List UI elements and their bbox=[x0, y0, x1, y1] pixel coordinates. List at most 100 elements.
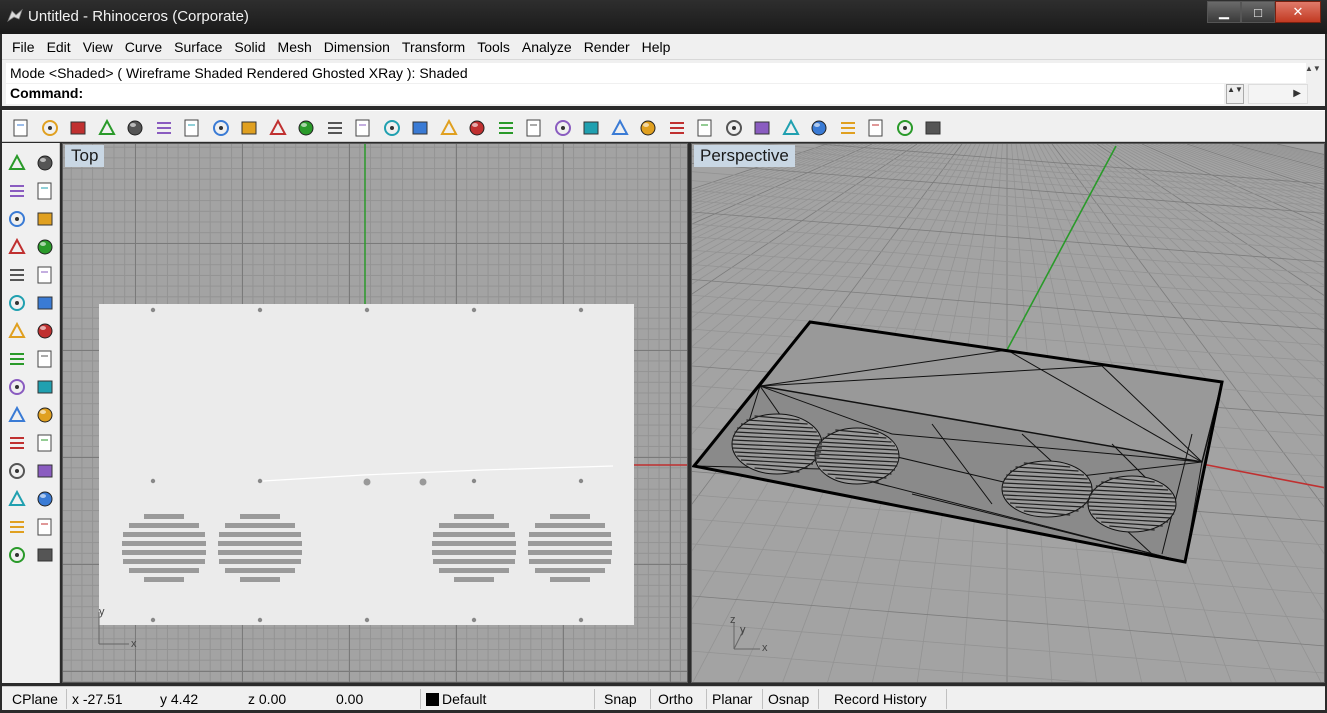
menu-analyze[interactable]: Analyze bbox=[516, 39, 578, 55]
pan-icon[interactable] bbox=[267, 117, 289, 139]
status-snap[interactable]: Snap bbox=[604, 691, 637, 707]
explode-icon[interactable] bbox=[6, 376, 28, 398]
control-point[interactable] bbox=[471, 307, 477, 313]
command-scroll-arrow[interactable]: ▶ bbox=[1248, 84, 1308, 104]
wireframe-sphere-icon[interactable] bbox=[751, 117, 773, 139]
open-file-icon[interactable] bbox=[39, 117, 61, 139]
undo-view-icon[interactable] bbox=[438, 117, 460, 139]
bar-icon[interactable] bbox=[34, 544, 56, 566]
zoom-selected-icon[interactable] bbox=[409, 117, 431, 139]
status-cplane[interactable]: CPlane bbox=[12, 691, 58, 707]
close-button[interactable]: ✕ bbox=[1275, 1, 1321, 23]
settings-icon[interactable] bbox=[865, 117, 887, 139]
menu-tools[interactable]: Tools bbox=[471, 39, 516, 55]
surface-icon[interactable] bbox=[6, 292, 28, 314]
array-icon[interactable] bbox=[6, 516, 28, 538]
render-icon[interactable] bbox=[837, 117, 859, 139]
revolve-icon[interactable] bbox=[34, 292, 56, 314]
rotate-view-icon[interactable] bbox=[295, 117, 317, 139]
cut-icon[interactable] bbox=[153, 117, 175, 139]
menu-mesh[interactable]: Mesh bbox=[272, 39, 318, 55]
control-point[interactable] bbox=[150, 307, 156, 313]
four-viewports-icon[interactable] bbox=[466, 117, 488, 139]
osnap-icon[interactable] bbox=[580, 117, 602, 139]
status-layer[interactable]: Default bbox=[442, 691, 486, 707]
layers-icon[interactable] bbox=[694, 117, 716, 139]
render-grid-icon[interactable] bbox=[523, 117, 545, 139]
import-icon[interactable] bbox=[124, 117, 146, 139]
menu-file[interactable]: File bbox=[6, 39, 41, 55]
menu-curve[interactable]: Curve bbox=[119, 39, 168, 55]
rectangle-icon[interactable] bbox=[34, 236, 56, 258]
control-point[interactable] bbox=[257, 307, 263, 313]
split-icon[interactable] bbox=[34, 404, 56, 426]
ellipse-icon[interactable] bbox=[34, 208, 56, 230]
zoom-extents-icon[interactable] bbox=[381, 117, 403, 139]
control-point[interactable] bbox=[471, 617, 477, 623]
history-scrollbar[interactable]: ▲▼ bbox=[1305, 65, 1321, 81]
menu-help[interactable]: Help bbox=[636, 39, 677, 55]
control-point[interactable] bbox=[150, 617, 156, 623]
cylinder-icon[interactable] bbox=[6, 348, 28, 370]
control-point[interactable] bbox=[364, 307, 370, 313]
viewport-label-top[interactable]: Top bbox=[65, 145, 105, 167]
status-ortho[interactable]: Ortho bbox=[658, 691, 693, 707]
help-icon[interactable] bbox=[922, 117, 944, 139]
trim-icon[interactable] bbox=[6, 404, 28, 426]
box-icon[interactable] bbox=[6, 320, 28, 342]
bulb-icon[interactable] bbox=[637, 117, 659, 139]
status-record-history[interactable]: Record History bbox=[834, 691, 927, 707]
maximize-button[interactable]: □ bbox=[1241, 1, 1275, 23]
control-point[interactable] bbox=[578, 478, 584, 484]
offset-icon[interactable] bbox=[34, 460, 56, 482]
group-icon[interactable] bbox=[34, 432, 56, 454]
zoom-window-icon[interactable] bbox=[352, 117, 374, 139]
new-file-icon[interactable] bbox=[10, 117, 32, 139]
circle-icon[interactable] bbox=[6, 208, 28, 230]
control-point[interactable] bbox=[150, 478, 156, 484]
control-point[interactable] bbox=[257, 478, 263, 484]
control-point[interactable] bbox=[419, 478, 427, 486]
cplane-icon[interactable] bbox=[552, 117, 574, 139]
viewport-label-perspective[interactable]: Perspective bbox=[694, 145, 795, 167]
menu-surface[interactable]: Surface bbox=[168, 39, 228, 55]
shaded-sphere-icon[interactable] bbox=[808, 117, 830, 139]
group-icon[interactable] bbox=[894, 117, 916, 139]
curve-icon[interactable] bbox=[34, 180, 56, 202]
undo-icon[interactable] bbox=[238, 117, 260, 139]
menu-edit[interactable]: Edit bbox=[41, 39, 77, 55]
print-icon[interactable] bbox=[96, 117, 118, 139]
move-icon[interactable] bbox=[6, 432, 28, 454]
history-icon[interactable] bbox=[34, 516, 56, 538]
control-point[interactable] bbox=[363, 478, 371, 486]
color-wheel-icon[interactable] bbox=[723, 117, 745, 139]
cage-icon[interactable] bbox=[6, 544, 28, 566]
sphere-icon[interactable] bbox=[34, 320, 56, 342]
light-icon[interactable] bbox=[609, 117, 631, 139]
viewport-perspective[interactable]: Perspective z y x bbox=[691, 143, 1325, 683]
menu-view[interactable]: View bbox=[77, 39, 119, 55]
control-point[interactable] bbox=[578, 307, 584, 313]
mesh-icon[interactable] bbox=[34, 348, 56, 370]
control-point[interactable] bbox=[471, 478, 477, 484]
select-icon[interactable] bbox=[6, 152, 28, 174]
copy-icon[interactable] bbox=[181, 117, 203, 139]
rotate-icon[interactable] bbox=[6, 460, 28, 482]
car-icon[interactable] bbox=[495, 117, 517, 139]
menu-dimension[interactable]: Dimension bbox=[318, 39, 396, 55]
command-prompt[interactable]: Command: bbox=[6, 84, 1224, 104]
point-icon[interactable] bbox=[34, 152, 56, 174]
polygon-icon[interactable] bbox=[6, 264, 28, 286]
mesh-sphere-icon[interactable] bbox=[780, 117, 802, 139]
control-point[interactable] bbox=[578, 617, 584, 623]
arc-icon[interactable] bbox=[6, 236, 28, 258]
dimension-icon[interactable] bbox=[34, 488, 56, 510]
minimize-button[interactable]: ▁ bbox=[1207, 1, 1241, 23]
text-icon[interactable] bbox=[6, 488, 28, 510]
save-icon[interactable] bbox=[67, 117, 89, 139]
polyline-icon[interactable] bbox=[6, 180, 28, 202]
status-planar[interactable]: Planar bbox=[712, 691, 752, 707]
control-point[interactable] bbox=[364, 617, 370, 623]
zoom-icon[interactable] bbox=[324, 117, 346, 139]
control-point[interactable] bbox=[257, 617, 263, 623]
